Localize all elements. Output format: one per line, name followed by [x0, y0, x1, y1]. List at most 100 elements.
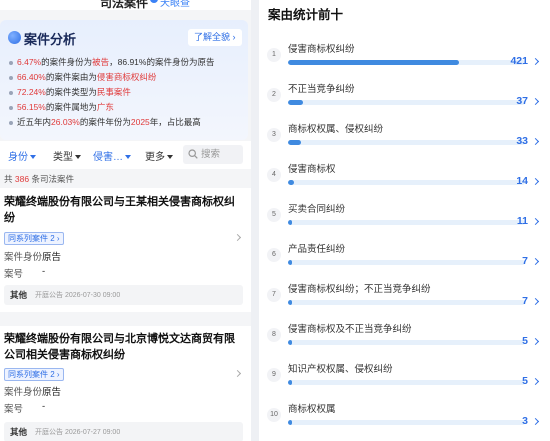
chevron-right-icon[interactable]: [531, 377, 540, 386]
rank-value[interactable]: 37: [516, 95, 528, 107]
rank-number: 1: [267, 48, 281, 62]
rank-label: 产品责任纠纷: [288, 244, 346, 255]
search-box[interactable]: [183, 145, 243, 164]
ranking-row[interactable]: 4 侵害商标权 14: [259, 158, 550, 198]
rank-value[interactable]: 7: [522, 295, 528, 307]
ranking-row[interactable]: 3 商标权权属、侵权纠纷 33: [259, 118, 550, 158]
rank-number: 4: [267, 168, 281, 182]
chevron-right-icon[interactable]: [233, 233, 242, 242]
chevron-right-icon[interactable]: [531, 57, 540, 66]
series-tag-label: 同系列案件 2: [8, 234, 55, 243]
rank-value[interactable]: 3: [522, 415, 528, 427]
case-title[interactable]: 荣耀终端股份有限公司与王某相关侵害商标权纠纷: [4, 194, 240, 226]
chevron-right-icon[interactable]: [531, 417, 540, 426]
rank-bar-track: [288, 340, 525, 345]
stat-row: 近五年内26.03%的案件年份为2025年，占比最高: [8, 115, 246, 130]
rank-label: 商标权权属: [288, 404, 336, 415]
rank-bar-fill: [288, 340, 292, 345]
rank-bar-fill: [288, 260, 292, 265]
case-foot-info: 开庭公告 2026-07-27 09:00: [35, 429, 121, 436]
bullet-dot: [9, 61, 13, 65]
case-foot-type: 其他: [10, 290, 28, 300]
filter-type-label: 类型: [53, 152, 73, 163]
learn-more-button[interactable]: 了解全貌 ›: [188, 29, 242, 46]
rank-number: 7: [267, 288, 281, 302]
chevron-right-icon[interactable]: [531, 177, 540, 186]
rank-label: 不正当竞争纠纷: [288, 84, 355, 95]
rank-bar-fill: [288, 220, 293, 225]
ranking-row[interactable]: 10 商标权权属 3: [259, 398, 550, 438]
bullet-dot: [9, 121, 13, 125]
series-tag[interactable]: 同系列案件 2 ›: [4, 232, 64, 245]
rank-bar-track: [288, 420, 525, 425]
rank-bar-fill: [288, 60, 459, 65]
rank-value[interactable]: 11: [517, 215, 528, 227]
ranking-row[interactable]: 1 侵害商标权纠纷 421: [259, 38, 550, 78]
rank-bar-track: [288, 60, 525, 65]
ranking-row[interactable]: 5 买卖合同纠纷 11: [259, 198, 550, 238]
rank-number: 5: [267, 208, 281, 222]
analysis-icon: [8, 31, 21, 44]
filter-type-dropdown[interactable]: 类型: [53, 148, 81, 163]
cause-ranking-panel: 案由统计前十 1 侵害商标权纠纷 421 2 不正当竞争纠纷 37 3 商标权权属、侵权纠纷 3…: [259, 0, 550, 441]
rank-bar-fill: [288, 100, 303, 105]
chevron-right-icon[interactable]: [531, 97, 540, 106]
chevron-right-icon[interactable]: [531, 137, 540, 146]
rank-bar-track: [288, 380, 525, 385]
rank-label: 侵害商标权及不正当竞争纠纷: [288, 324, 412, 335]
learn-more-label: 了解全貌: [194, 32, 231, 42]
rank-number: 3: [267, 128, 281, 142]
ranking-row[interactable]: 8 侵害商标权及不正当竞争纠纷 5: [259, 318, 550, 358]
chevron-right-icon[interactable]: [531, 337, 540, 346]
chevron-right-icon[interactable]: [531, 257, 540, 266]
ranking-row[interactable]: 9 知识产权权属、侵权纠纷 5: [259, 358, 550, 398]
chevron-right-icon[interactable]: [531, 297, 540, 306]
series-tag[interactable]: 同系列案件 2 ›: [4, 368, 64, 381]
rank-label: 侵害商标权: [288, 164, 336, 175]
case-card[interactable]: 荣耀终端股份有限公司与北京博悦文达商贸有限公司相关侵害商标权纠纷 同系列案件 2…: [0, 326, 251, 441]
filter-cause-dropdown[interactable]: 侵害…: [93, 148, 131, 163]
rank-bar-track: [288, 180, 525, 185]
search-input[interactable]: [201, 147, 241, 162]
rank-bar-track: [288, 100, 525, 105]
rank-label: 买卖合同纠纷: [288, 204, 346, 215]
rank-label: 知识产权权属、侵权纠纷: [288, 364, 393, 375]
rank-number: 6: [267, 248, 281, 262]
series-tag-label: 同系列案件 2: [8, 370, 55, 379]
rank-bar-fill: [288, 140, 302, 145]
rank-value[interactable]: 421: [510, 55, 528, 67]
result-count: 共 386 条司法案件: [4, 174, 74, 184]
filter-more-dropdown[interactable]: 更多: [145, 148, 173, 163]
analysis-title: 案件分析: [24, 32, 77, 47]
rank-value[interactable]: 14: [516, 175, 528, 187]
rank-value[interactable]: 33: [516, 135, 528, 147]
case-card[interactable]: 荣耀终端股份有限公司与王某相关侵害商标权纠纷 同系列案件 2 › 案件身份 原告 …: [0, 188, 251, 312]
ranking-row[interactable]: 2 不正当竞争纠纷 37: [259, 78, 550, 118]
rank-label: 侵害商标权纠纷；不正当竞争纠纷: [288, 284, 431, 295]
filter-cause-label: 侵害…: [93, 152, 123, 163]
chevron-right-icon[interactable]: [233, 369, 242, 378]
rank-value[interactable]: 5: [522, 375, 528, 387]
caret-down-icon: [167, 155, 173, 160]
filter-role-dropdown[interactable]: 身份: [8, 148, 36, 163]
case-title[interactable]: 荣耀终端股份有限公司与北京博悦文达商贸有限公司相关侵害商标权纠纷: [4, 331, 240, 363]
rank-number: 10: [267, 408, 281, 422]
rank-number: 9: [267, 368, 281, 382]
chevron-right-icon[interactable]: [531, 217, 540, 226]
filter-role-label: 身份: [8, 152, 28, 163]
rank-bar-fill: [288, 420, 292, 425]
rank-bar-fill: [288, 380, 292, 385]
page-title: 司法案件: [100, 0, 149, 10]
case-analysis-card: 案件分析 了解全貌 › 6.47%的案件身份为被告，86.91%的案件身份为原告…: [0, 20, 248, 140]
case-list-panel: 司法案件 天眼查 案件分析 了解全貌 › 6.47%的案件身份为被告，86.91…: [0, 0, 251, 441]
case-footer: 其他 开庭公告 2026-07-30 09:00: [4, 285, 243, 305]
rank-value[interactable]: 5: [522, 335, 528, 347]
case-foot-type: 其他: [10, 427, 28, 437]
rank-value[interactable]: 7: [522, 255, 528, 267]
caret-down-icon: [75, 155, 81, 160]
rank-bar-track: [288, 140, 525, 145]
ranking-row[interactable]: 7 侵害商标权纠纷；不正当竞争纠纷 7: [259, 278, 550, 318]
ranking-row[interactable]: 6 产品责任纠纷 7: [259, 238, 550, 278]
rank-bar-track: [288, 220, 525, 225]
case-foot-info: 开庭公告 2026-07-30 09:00: [35, 292, 121, 299]
